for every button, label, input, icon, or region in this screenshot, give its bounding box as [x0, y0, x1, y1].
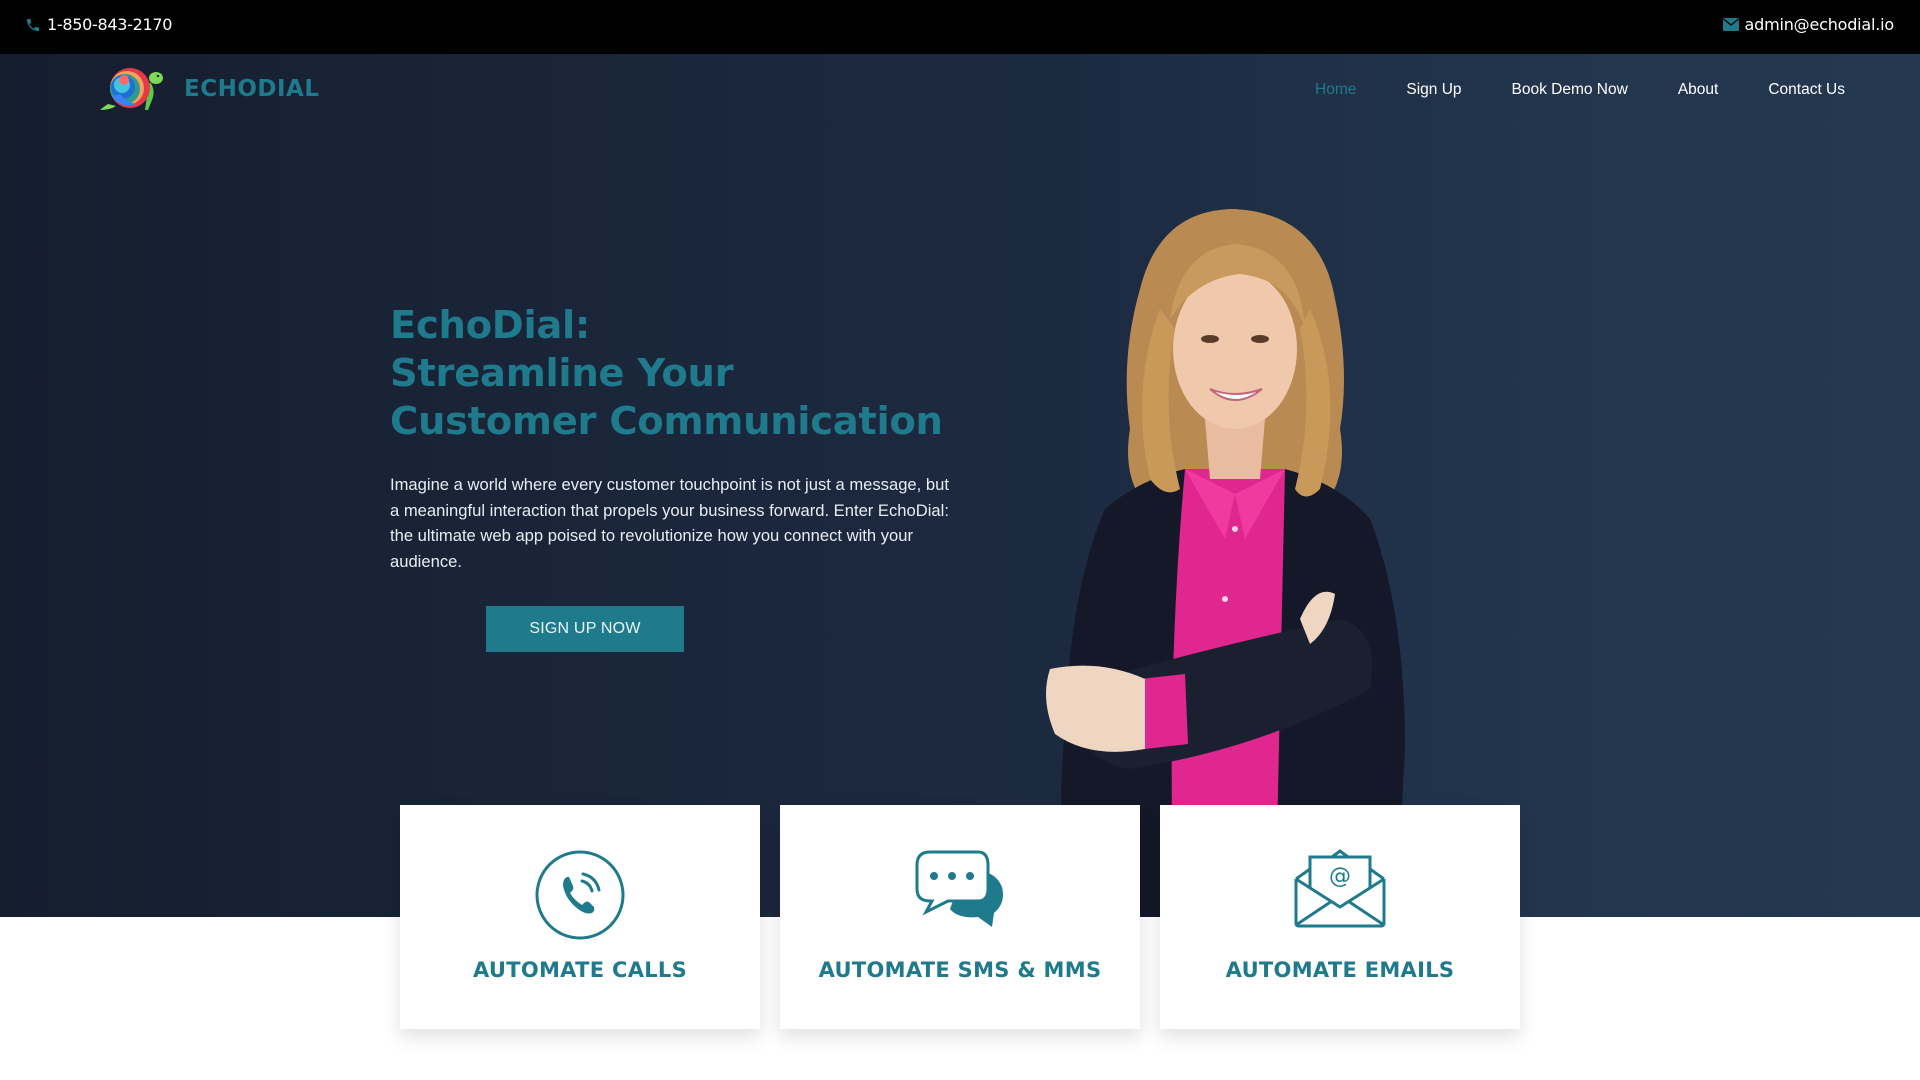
rainbow-turtle-logo-icon [100, 68, 163, 110]
headline-line: Streamline Your [390, 351, 734, 396]
contact-phone[interactable]: 1-850-843-2170 [25, 15, 172, 34]
contact-email[interactable]: admin@echodial.io [1722, 15, 1895, 34]
feature-title: AUTOMATE SMS & MMS [818, 958, 1102, 982]
hero-headline: EchoDial: Streamline Your Customer Commu… [390, 302, 943, 446]
feature-title: AUTOMATE CALLS [472, 958, 688, 982]
chat-bubbles-icon [915, 850, 1003, 927]
open-envelope-at-icon: @ [1294, 849, 1386, 928]
brand-logo[interactable]: ECHODIAL [100, 66, 320, 112]
intro-line: audience. [390, 551, 462, 571]
envelope-icon [1722, 18, 1739, 31]
feature-card-emails[interactable]: @ AUTOMATE EMAILS [1160, 805, 1520, 1029]
intro-line: Imagine a world where every customer tou… [390, 475, 949, 494]
email-address: admin@echodial.io [1744, 15, 1895, 34]
nav-sign-up[interactable]: Sign Up [1381, 81, 1486, 99]
intro-line: a meaningful interaction that propels yo… [390, 500, 949, 520]
svg-text:@: @ [1329, 864, 1351, 889]
hero-section: ECHODIAL Home Sign Up Book Demo Now Abou… [0, 54, 1920, 917]
feature-card-calls[interactable]: AUTOMATE CALLS [400, 805, 760, 1029]
nav-home[interactable]: Home [1290, 81, 1381, 99]
nav-about[interactable]: About [1653, 81, 1744, 99]
hero-intro: Imagine a world where every customer tou… [390, 472, 950, 574]
phone-icon [27, 18, 39, 31]
sign-up-now-button[interactable]: SIGN UP NOW [486, 606, 684, 652]
feature-title: AUTOMATE EMAILS [1225, 958, 1455, 982]
top-contact-bar: 1-850-843-2170 admin@echodial.io [0, 0, 1920, 54]
brand-name: ECHODIAL [184, 76, 320, 102]
phone-call-circle-icon [535, 850, 625, 940]
nav-book-demo[interactable]: Book Demo Now [1487, 81, 1653, 99]
feature-card-sms[interactable]: AUTOMATE SMS & MMS [780, 805, 1140, 1029]
intro-line: the ultimate web app poised to revolutio… [390, 526, 914, 545]
nav-contact-us[interactable]: Contact Us [1743, 81, 1870, 99]
headline-line: Customer Communication [390, 399, 943, 444]
phone-number: 1-850-843-2170 [47, 15, 173, 34]
headline-line: EchoDial: [390, 303, 591, 348]
main-nav: Home Sign Up Book Demo Now About Contact… [1290, 81, 1870, 99]
